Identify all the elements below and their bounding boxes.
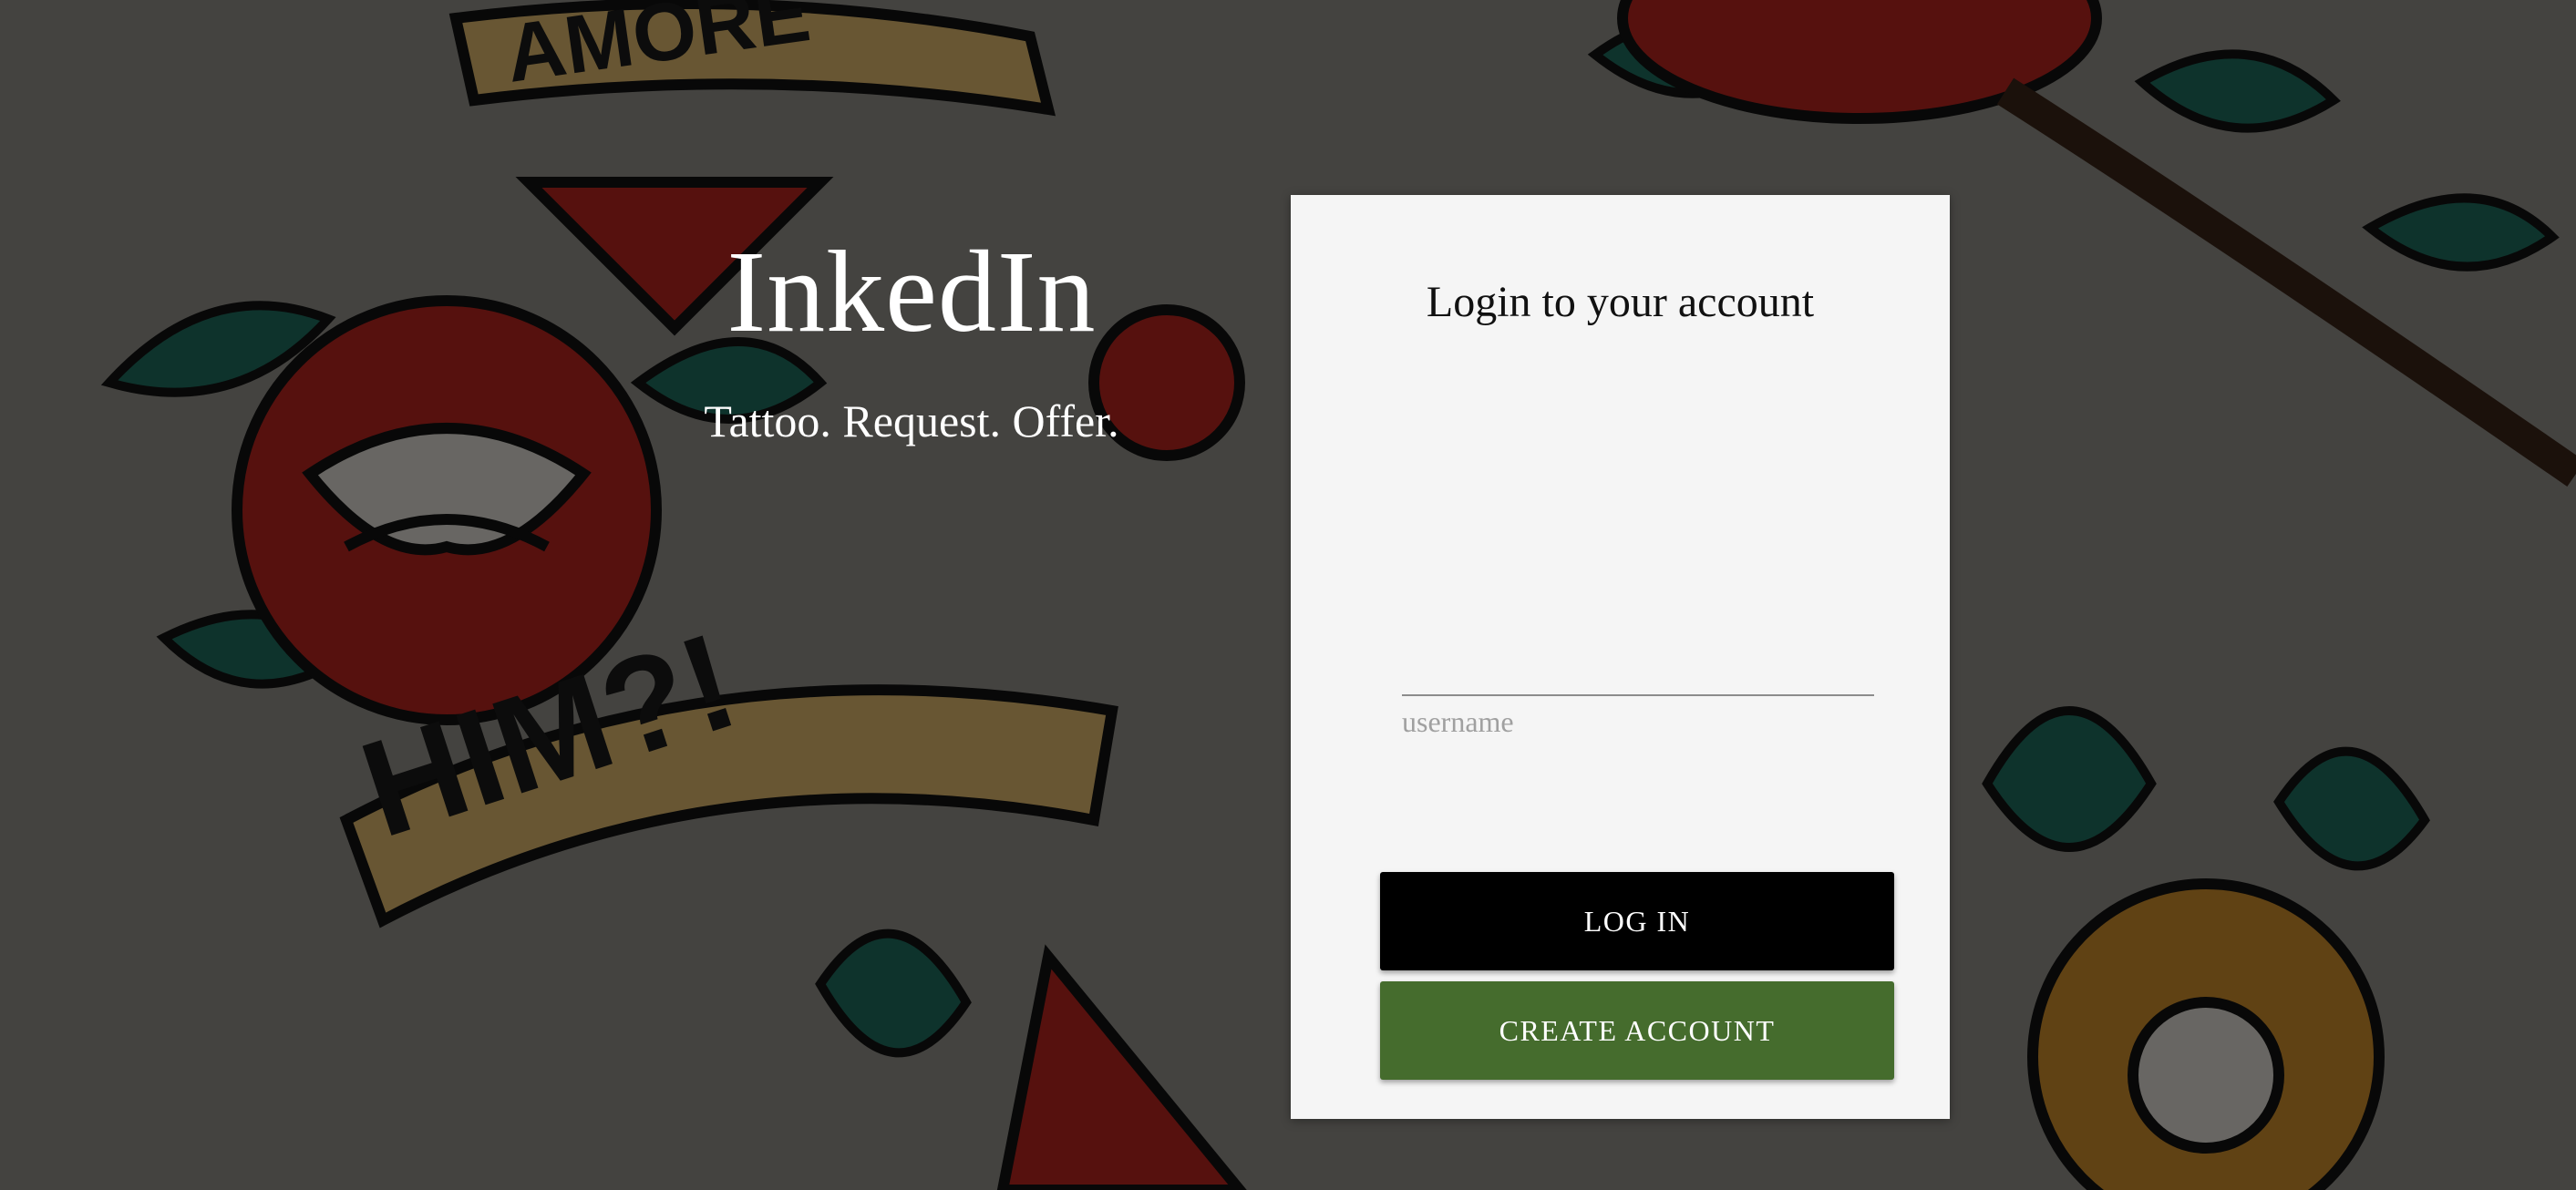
username-label: username — [1402, 705, 1514, 738]
brand-block: InkedIn Tattoo. Request. Offer. — [638, 228, 1185, 448]
username-field: username — [1402, 596, 1874, 740]
login-button[interactable]: LOG IN — [1380, 872, 1894, 970]
login-card: Login to your account username password … — [1291, 195, 1950, 1119]
background-overlay — [0, 0, 2576, 1190]
create-account-button[interactable]: CREATE ACCOUNT — [1380, 981, 1894, 1080]
app-title: InkedIn — [726, 227, 1097, 356]
login-heading: Login to your account — [1426, 278, 1815, 326]
username-input[interactable] — [1402, 596, 1874, 696]
app-tagline: Tattoo. Request. Offer. — [704, 395, 1119, 446]
